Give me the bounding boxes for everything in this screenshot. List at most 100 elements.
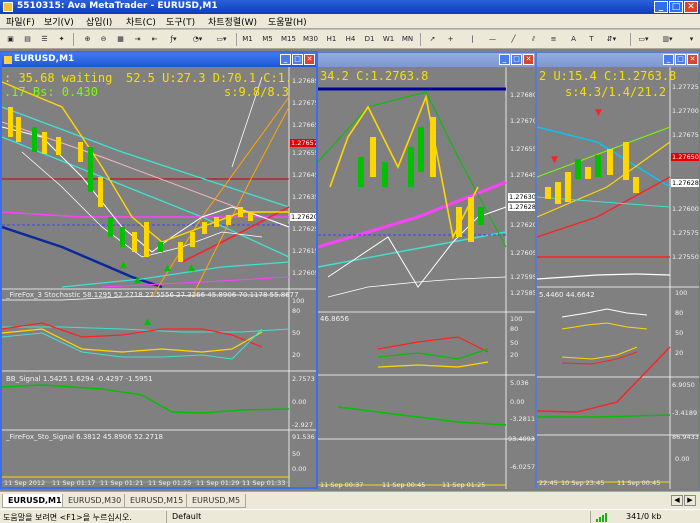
chart-1-stoch-tick: 50 bbox=[292, 329, 301, 337]
menu-window[interactable]: 차트정렬(W) bbox=[208, 15, 257, 28]
chart-window-3[interactable]: _ □ ✕ ▼ ▼ 2 U:15.4 C:1.2763.8 s:4.3/1.4/… bbox=[536, 52, 700, 490]
chart-window-3-titlebar[interactable]: _ □ ✕ bbox=[537, 53, 699, 67]
chart-1-time-label: 11 Sep 01:21 bbox=[100, 479, 144, 487]
chart-window-2-titlebar[interactable]: _ □ ✕ bbox=[318, 53, 535, 67]
toolbar-separator bbox=[630, 33, 631, 46]
menu-tools[interactable]: 도구(T) bbox=[166, 15, 195, 28]
chart-1-price-tick: 1.27665 bbox=[292, 121, 318, 129]
toolbar-separator bbox=[73, 33, 74, 46]
chart-3-minimize-button[interactable]: _ bbox=[663, 54, 674, 65]
chart-2-price-tick: 1.27605 bbox=[510, 249, 536, 257]
layout-icon[interactable]: ▥▾ bbox=[660, 32, 675, 47]
templates-icon[interactable]: ▭▾ bbox=[214, 32, 229, 47]
chart-1-sto-tick: 50 bbox=[292, 450, 301, 458]
chart-1-buy-arrow-icon-3: ▲ bbox=[164, 263, 171, 273]
periods-icon[interactable]: ◔▾ bbox=[190, 32, 205, 47]
arrows-icon[interactable]: ⇵▾ bbox=[604, 32, 619, 47]
chart-1-minimize-button[interactable]: _ bbox=[280, 54, 291, 65]
chart-3-stoch-tick: 20 bbox=[675, 349, 684, 357]
navigator-icon[interactable]: ✦ bbox=[54, 32, 69, 47]
menu-chart[interactable]: 차트(C) bbox=[126, 15, 156, 28]
new-chart-icon[interactable]: ▣ bbox=[3, 32, 18, 47]
zoom-out-icon[interactable]: ⊖ bbox=[96, 32, 111, 47]
chart-1-overlay-line1a: : 35.68 waiting bbox=[4, 71, 113, 85]
tab-eurusd-m1[interactable]: EURUSD,M1 bbox=[2, 494, 68, 508]
label-icon[interactable]: T bbox=[584, 32, 599, 47]
timeframe-m15[interactable]: M15 bbox=[281, 32, 296, 47]
zoom-in-icon[interactable]: ⊕ bbox=[80, 32, 95, 47]
chart-2-canvas[interactable] bbox=[318, 67, 536, 490]
chart-3-time-label: 11 Sep 00:45 bbox=[617, 479, 661, 487]
chart-2-close-button[interactable]: ✕ bbox=[523, 54, 534, 65]
chart-1-time-label: 11 Sep 01:33 bbox=[242, 479, 286, 487]
timeframe-h4[interactable]: H4 bbox=[343, 32, 358, 47]
tab-eurusd-m5[interactable]: EURUSD,M5 bbox=[186, 494, 247, 508]
timeframe-h1[interactable]: H1 bbox=[324, 32, 339, 47]
chart-3-sell-arrow-icon: ▼ bbox=[551, 155, 558, 165]
horizontal-line-icon[interactable]: — bbox=[485, 32, 500, 47]
autoscroll-icon[interactable]: ⇥ bbox=[130, 32, 145, 47]
chart-2-bb-tick: 5.036 bbox=[510, 379, 529, 387]
chart-1-canvas[interactable]: ▲ ▲ ▲ ▲ ▲ bbox=[2, 67, 318, 489]
chart-window-2[interactable]: _ □ ✕ 34.2 C:1.2763.8 1.27680 1.27670 1.… bbox=[317, 52, 536, 490]
chart-tab-bar: EURUSD,M1 EURUSD,M30 EURUSD,M15 EURUSD,M… bbox=[0, 491, 700, 509]
settings-icon[interactable]: ▾ bbox=[684, 32, 699, 47]
tab-eurusd-m30[interactable]: EURUSD,M30 bbox=[62, 494, 128, 508]
timeframe-m1[interactable]: M1 bbox=[240, 32, 255, 47]
chart-1-close-button[interactable]: ✕ bbox=[304, 54, 315, 65]
chart-window-1-titlebar[interactable]: EURUSD,M1 _ □ ✕ bbox=[2, 53, 316, 67]
chart-3-stoch-label: 5.4460 44.6642 bbox=[539, 291, 595, 299]
chart-3-sto-tick: 0.00 bbox=[675, 455, 690, 463]
trendline-icon[interactable]: ╱ bbox=[506, 32, 521, 47]
chart-window-icon[interactable]: ▭▾ bbox=[636, 32, 651, 47]
chart-1-bb-tick: 2.7573 bbox=[292, 375, 315, 383]
menu-help[interactable]: 도움말(H) bbox=[268, 15, 307, 28]
chart-1-price-tick: 1.27615 bbox=[292, 247, 318, 255]
status-separator bbox=[166, 511, 167, 523]
menu-file[interactable]: 파일(F) bbox=[6, 15, 35, 28]
chart-3-price-tick: 1.27600 bbox=[672, 205, 699, 213]
menu-view[interactable]: 보기(V) bbox=[44, 15, 74, 28]
chart-3-maximize-button[interactable]: □ bbox=[675, 54, 686, 65]
chart-2-price-tick: 1.27670 bbox=[510, 117, 536, 125]
tile-windows-icon[interactable]: ▦ bbox=[113, 32, 128, 47]
crosshair-icon[interactable]: + bbox=[443, 32, 458, 47]
chart-2-minimize-button[interactable]: _ bbox=[499, 54, 510, 65]
menu-insert[interactable]: 삽입(I) bbox=[86, 15, 112, 28]
chart-1-maximize-button[interactable]: □ bbox=[292, 54, 303, 65]
chart-2-stoch-label: 46.8656 bbox=[320, 315, 349, 323]
chart-3-overlay-line1: 2 U:15.4 C:1.2763.8 bbox=[539, 69, 677, 83]
timeframe-m30[interactable]: M30 bbox=[303, 32, 318, 47]
vertical-line-icon[interactable]: | bbox=[465, 32, 480, 47]
chart-3-price-tick: 1.27700 bbox=[672, 107, 699, 115]
timeframe-m5[interactable]: M5 bbox=[260, 32, 275, 47]
timeframe-mn[interactable]: MN bbox=[400, 32, 415, 47]
indicators-icon[interactable]: ƒ▾ bbox=[166, 32, 181, 47]
chart-3-price-tick: 1.27550 bbox=[672, 253, 699, 261]
profiles-icon[interactable]: ▤ bbox=[20, 32, 35, 47]
chart-1-time-label: 11 Sep 01:17 bbox=[52, 479, 96, 487]
timeframe-w1[interactable]: W1 bbox=[381, 32, 396, 47]
chart-2-maximize-button[interactable]: □ bbox=[511, 54, 522, 65]
tab-eurusd-m15[interactable]: EURUSD,M15 bbox=[124, 494, 190, 508]
chart-window-1[interactable]: EURUSD,M1 _ □ ✕ ▲ ▲ ▲ ▲ ▲: 35.68 waitin… bbox=[0, 51, 318, 489]
chart-1-overlay-line2b: s:9.8/8.3 bbox=[224, 85, 290, 99]
tab-scroll-right-icon[interactable]: ▶ bbox=[684, 495, 696, 506]
chart-1-bb-label: BB_Signal 1.5425 1.6294 -0.4297 -1.5951 bbox=[6, 375, 153, 383]
cursor-icon[interactable]: ➚ bbox=[425, 32, 440, 47]
chart-3-close-button[interactable]: ✕ bbox=[687, 54, 698, 65]
market-watch-icon[interactable]: ☰ bbox=[37, 32, 52, 47]
tab-scroll-left-icon[interactable]: ◀ bbox=[671, 495, 683, 506]
chart-1-stoch-tick: 80 bbox=[292, 307, 301, 315]
maximize-button[interactable]: □ bbox=[669, 1, 683, 13]
fibonacci-icon[interactable]: ≡ bbox=[546, 32, 561, 47]
chart-3-price-tick: 1.27575 bbox=[672, 229, 699, 237]
chart-2-price-tick: 1.27620 bbox=[510, 221, 536, 229]
channel-icon[interactable]: ⫽ bbox=[526, 32, 541, 47]
text-icon[interactable]: A bbox=[566, 32, 581, 47]
minimize-button[interactable]: _ bbox=[654, 1, 668, 13]
close-button[interactable]: ✕ bbox=[684, 1, 698, 13]
chart-3-price-tick: 1.27725 bbox=[672, 83, 699, 91]
timeframe-d1[interactable]: D1 bbox=[362, 32, 377, 47]
chart-shift-icon[interactable]: ⇤ bbox=[147, 32, 162, 47]
